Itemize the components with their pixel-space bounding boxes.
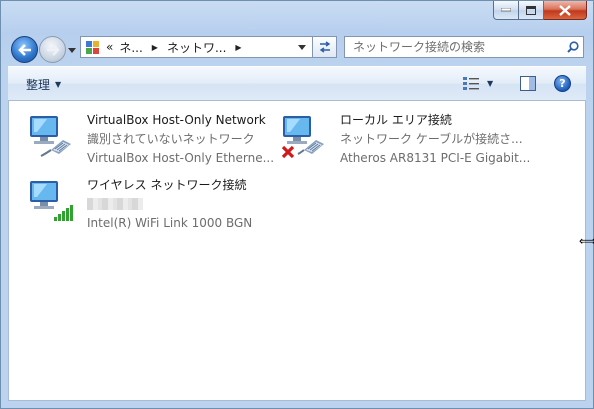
organize-label: 整理 (26, 78, 51, 92)
close-icon (559, 4, 571, 16)
address-bar[interactable]: « ネ... ▶ ネットワ... ▶ (80, 36, 313, 58)
connection-item[interactable]: ローカル エリア接続 ネットワーク ケーブルが接続さ... Atheros AR… (280, 110, 530, 170)
connection-item[interactable]: VirtualBox Host-Only Network 識別されていないネット… (27, 110, 277, 170)
refresh-button[interactable] (313, 36, 337, 58)
chevron-down-icon: ▼ (487, 78, 494, 88)
connection-device: Intel(R) WiFi Link 1000 BGN (87, 216, 253, 230)
caption-buttons (493, 1, 587, 20)
wired-network-icon (30, 116, 71, 157)
organize-menu-button[interactable]: 整理 ▼ (26, 76, 61, 93)
back-button[interactable] (11, 36, 38, 63)
connection-name: ローカル エリア接続 (340, 113, 452, 127)
connection-device: VirtualBox Host-Only Etherne... (87, 151, 275, 165)
connection-item[interactable]: ワイヤレス ネットワーク接続 Intel(R) WiFi Link 1000 B… (27, 175, 277, 235)
view-details-icon (463, 77, 479, 90)
chevron-down-icon: ▼ (55, 80, 62, 89)
breadcrumb-overflow[interactable]: « (103, 40, 116, 54)
breadcrumb-item[interactable]: ネットワ... (164, 39, 229, 56)
connection-name: ワイヤレス ネットワーク接続 (87, 178, 247, 192)
wired-network-icon (281, 116, 324, 158)
resize-cursor-icon: ⟺ (579, 234, 594, 248)
connection-status-redacted (87, 196, 277, 212)
back-arrow-icon (17, 43, 31, 56)
maximize-icon (526, 5, 536, 15)
connection-name: VirtualBox Host-Only Network (87, 113, 266, 127)
connection-status: ネットワーク ケーブルが接続さ... (340, 132, 523, 146)
change-view-button[interactable]: ▼ (463, 76, 493, 90)
help-icon: ? (559, 77, 566, 90)
chevron-down-icon (68, 47, 76, 53)
recent-pages-button[interactable] (67, 45, 77, 55)
chevron-down-icon (298, 44, 306, 50)
address-dropdown-button[interactable] (294, 37, 310, 57)
connection-device: Atheros AR8131 PCI-E Gigabit... (340, 151, 530, 165)
preview-pane-button[interactable] (520, 76, 536, 94)
redacted-text-block (87, 198, 143, 210)
breadcrumb-chevron-icon[interactable]: ▶ (146, 43, 164, 52)
help-button[interactable]: ? (554, 75, 571, 92)
maximize-button[interactable] (519, 1, 544, 20)
command-bar: 整理 ▼ ▼ ? (8, 66, 586, 101)
close-button[interactable] (544, 1, 587, 20)
preview-pane-icon (520, 76, 536, 91)
minimize-icon (501, 8, 511, 12)
search-input[interactable] (351, 39, 563, 55)
minimize-button[interactable] (493, 1, 519, 20)
connections-list: VirtualBox Host-Only Network 識別されていないネット… (8, 101, 586, 401)
connection-status: 識別されていないネットワーク (87, 132, 255, 146)
search-box[interactable] (344, 36, 584, 58)
wireless-network-icon (30, 181, 73, 221)
breadcrumb-item[interactable]: ネ... (116, 39, 145, 56)
search-icon[interactable] (563, 41, 583, 53)
network-connections-folder-icon (83, 38, 103, 56)
breadcrumb-chevron-icon[interactable]: ▶ (229, 43, 247, 52)
forward-button[interactable] (39, 36, 66, 63)
forward-arrow-icon (46, 43, 60, 56)
refresh-icon (319, 41, 330, 53)
explorer-window: « ネ... ▶ ネットワ... ▶ 整理 ▼ ▼ (0, 0, 594, 409)
